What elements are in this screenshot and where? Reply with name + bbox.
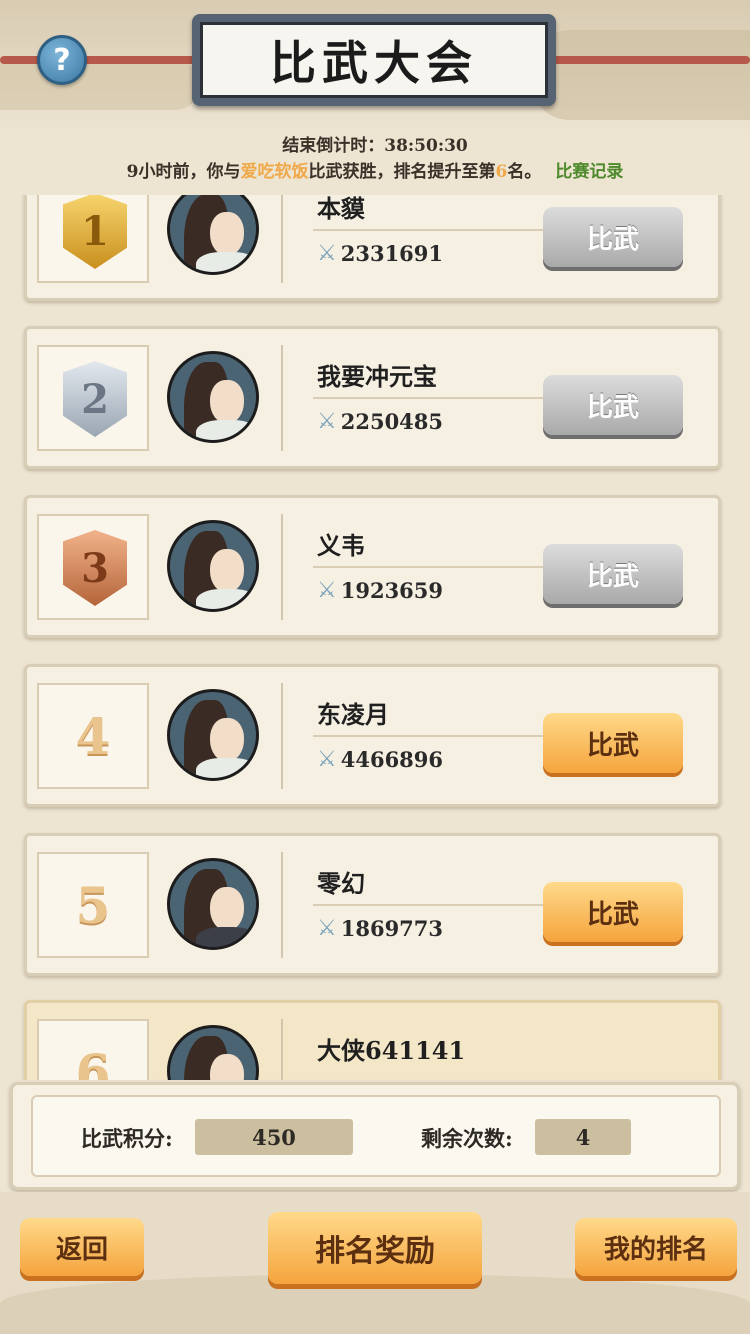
combat-power: ⚔ 1869773: [317, 916, 443, 941]
avatar[interactable]: [167, 195, 259, 275]
countdown-label: 结束倒计时：: [282, 136, 385, 156]
divider: [313, 397, 563, 399]
avatar[interactable]: [167, 520, 259, 612]
challenge-button[interactable]: 比武: [543, 207, 683, 267]
avatar[interactable]: [167, 1025, 259, 1080]
rank-number: 5: [75, 875, 111, 935]
player-name: 本貘: [317, 195, 365, 223]
news-suffix: 名。: [507, 162, 542, 182]
rank-box: 5: [37, 852, 149, 958]
battle-news: 9小时前，你与爱吃软饭比武获胜，排名提升至第6名。 比赛记录: [0, 157, 750, 182]
combat-power-value: 1923659: [340, 578, 444, 603]
combat-power-value: 4466896: [340, 747, 444, 772]
list-item: 4 东凌月 ⚔ 4466896 比武: [24, 664, 721, 807]
header: ? 比武大会: [0, 0, 750, 130]
player-name: 义韦: [317, 531, 365, 560]
silver-medal-icon: 2: [63, 361, 127, 437]
divider: [313, 735, 563, 737]
news-middle: 比武获胜，排名提升至第: [308, 162, 496, 182]
player-name: 大侠641141: [317, 1036, 466, 1065]
player-info: 零幻 ⚔ 1869773 比武: [281, 852, 711, 958]
player-name: 零幻: [317, 869, 365, 898]
news-prefix: 9小时前，你与: [126, 162, 241, 182]
player-name: 我要冲元宝: [317, 362, 437, 391]
challenge-button[interactable]: 比武: [543, 882, 683, 942]
player-info: 东凌月 ⚔ 4466896 比武: [281, 683, 711, 789]
list-item: 5 零幻 ⚔ 1869773 比武: [24, 833, 721, 976]
bronze-medal-icon: 3: [63, 530, 127, 606]
list-item-self: 6 大侠641141: [24, 1000, 721, 1080]
combat-power: ⚔ 2250485: [317, 409, 443, 434]
combat-power: ⚔ 1923659: [317, 578, 443, 603]
countdown-value: 38:50:30: [384, 136, 468, 156]
page-title: 比武大会: [200, 22, 548, 98]
challenge-button[interactable]: 比武: [543, 713, 683, 773]
crossed-swords-icon: ⚔: [317, 409, 337, 434]
stats-inner: 比武积分: 450 剩余次数: 4: [31, 1095, 721, 1177]
combat-power-value: 2331691: [340, 241, 444, 266]
match-record-link[interactable]: 比赛记录: [555, 162, 623, 182]
player-info: 本貘 ⚔ 2331691 比武: [281, 195, 711, 283]
crossed-swords-icon: ⚔: [317, 241, 337, 266]
combat-power: ⚔ 4466896: [317, 747, 443, 772]
crossed-swords-icon: ⚔: [317, 916, 337, 941]
player-info: 义韦 ⚔ 1923659 比武: [281, 514, 711, 620]
divider: [313, 229, 563, 231]
rank-reward-button[interactable]: 排名奖励: [268, 1212, 482, 1284]
avatar[interactable]: [167, 351, 259, 443]
player-name: 东凌月: [317, 700, 389, 729]
player-info: 我要冲元宝 ⚔ 2250485 比武: [281, 345, 711, 451]
list-item: 1 本貘 ⚔ 2331691 比武: [24, 195, 721, 301]
help-button[interactable]: ?: [37, 35, 87, 85]
title-plaque: 比武大会: [192, 14, 556, 106]
rope-decoration: [535, 56, 750, 64]
crossed-swords-icon: ⚔: [317, 578, 337, 603]
challenge-button[interactable]: 比武: [543, 375, 683, 435]
rank-box: 2: [37, 345, 149, 451]
rank-box: 3: [37, 514, 149, 620]
rank-box: 6: [37, 1019, 149, 1080]
rank-box: 4: [37, 683, 149, 789]
rank-number: 6: [75, 1042, 111, 1081]
player-info: 大侠641141: [281, 1019, 711, 1080]
back-button[interactable]: 返回: [20, 1218, 144, 1276]
my-rank-button[interactable]: 我的排名: [575, 1218, 737, 1276]
remaining-value: 4: [535, 1119, 631, 1155]
combat-power-value: 1869773: [340, 916, 444, 941]
cloud-decoration: [0, 60, 200, 110]
score-label: 比武积分:: [81, 1126, 173, 1151]
crossed-swords-icon: ⚔: [317, 747, 337, 772]
divider: [313, 904, 563, 906]
list-item: 3 义韦 ⚔ 1923659 比武: [24, 495, 721, 638]
rank-number: 4: [75, 706, 111, 766]
countdown: 结束倒计时：38:50:30: [0, 131, 750, 156]
avatar[interactable]: [167, 689, 259, 781]
remaining-label: 剩余次数:: [421, 1126, 513, 1151]
divider: [313, 566, 563, 568]
news-rank: 6: [495, 162, 508, 182]
combat-power: ⚔ 2331691: [317, 241, 443, 266]
question-icon: ?: [53, 42, 71, 78]
score-value: 450: [195, 1119, 353, 1155]
challenge-button[interactable]: 比武: [543, 544, 683, 604]
cloud-decoration: [530, 30, 750, 120]
stats-panel: 比武积分: 450 剩余次数: 4: [10, 1082, 740, 1190]
list-item: 2 我要冲元宝 ⚔ 2250485 比武: [24, 326, 721, 469]
rope-decoration: [0, 56, 215, 64]
opponent-name: 爱吃软饭: [240, 162, 309, 182]
combat-power-value: 2250485: [340, 409, 444, 434]
rank-box: 1: [37, 195, 149, 283]
ranking-list[interactable]: 1 本貘 ⚔ 2331691 比武 2 我要冲元宝 ⚔ 2250485 比武 3…: [0, 195, 750, 1080]
avatar[interactable]: [167, 858, 259, 950]
gold-medal-icon: 1: [63, 195, 127, 269]
